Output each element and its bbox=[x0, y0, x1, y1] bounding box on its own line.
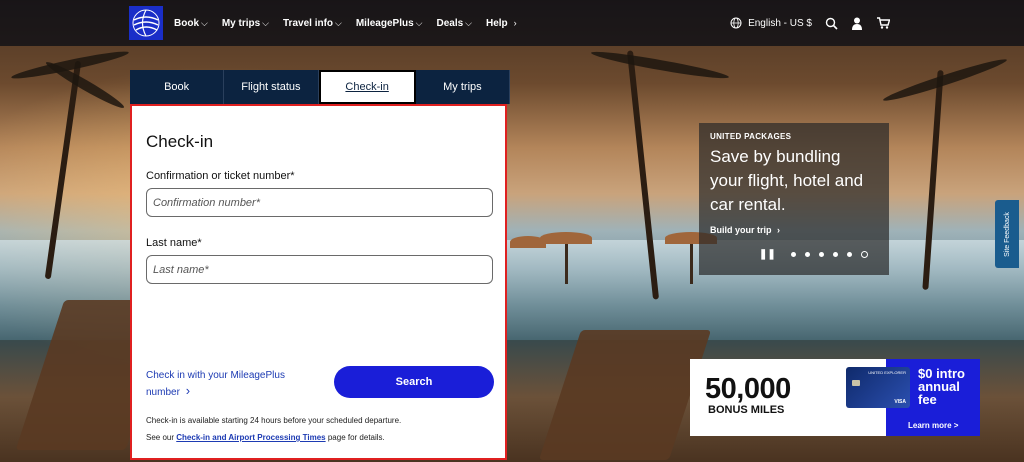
checkin-availability-note: Check-in is available starting 24 hours … bbox=[146, 416, 402, 425]
confirmation-input[interactable] bbox=[146, 188, 493, 217]
search-button[interactable]: Search bbox=[334, 366, 494, 398]
packages-card: UNITED PACKAGES Save by bundling your fl… bbox=[699, 123, 889, 275]
chevron-right-icon: › bbox=[513, 18, 517, 28]
credit-card-image: UNITED EXPLORER VISA bbox=[846, 367, 910, 408]
build-trip-label: Build your trip bbox=[710, 225, 772, 235]
carousel-dot[interactable] bbox=[846, 252, 852, 257]
beach-umbrella bbox=[540, 232, 592, 244]
nav-item-label: Travel info bbox=[283, 17, 334, 29]
top-navigation: Book ⌵ My trips ⌵ Travel info ⌵ MileageP… bbox=[0, 0, 1024, 46]
chevron-down-icon: ⌵ bbox=[465, 17, 472, 28]
packages-title: Save by bundling your flight, hotel and … bbox=[710, 147, 864, 214]
mileageplus-checkin-link[interactable]: Check in with your MileagePlus number › bbox=[146, 368, 296, 400]
language-selector[interactable]: English - US $ bbox=[729, 16, 812, 30]
confirmation-label: Confirmation or ticket number* bbox=[146, 170, 295, 182]
chevron-down-icon: ⌵ bbox=[201, 17, 208, 28]
palm-frond bbox=[590, 47, 730, 83]
build-trip-link[interactable]: Build your trip › bbox=[710, 225, 878, 235]
main-nav: Book ⌵ My trips ⌵ Travel info ⌵ MileageP… bbox=[174, 0, 517, 46]
nav-item-label: Book bbox=[174, 17, 199, 29]
tab-check-in[interactable]: Check-in bbox=[318, 70, 416, 104]
tab-book[interactable]: Book bbox=[130, 70, 225, 104]
pause-icon[interactable]: ❚❚ bbox=[759, 249, 776, 260]
nav-item-help[interactable]: Help › bbox=[486, 18, 517, 29]
chevron-down-icon: ⌵ bbox=[415, 17, 423, 28]
site-feedback-label: Site Feedback bbox=[1003, 211, 1011, 257]
learn-more-link[interactable]: Learn more > bbox=[908, 421, 958, 430]
nav-item-label: Deals bbox=[436, 17, 464, 29]
card-brand: UNITED EXPLORER bbox=[868, 370, 906, 375]
nav-item-travel-info[interactable]: Travel info ⌵ bbox=[283, 18, 342, 29]
carousel-dot[interactable] bbox=[804, 252, 810, 257]
carousel-dot[interactable] bbox=[818, 252, 824, 257]
mileageplus-link-label: Check in with your MileagePlus number bbox=[146, 370, 285, 398]
lastname-input[interactable] bbox=[146, 255, 493, 284]
tab-flight-status[interactable]: Flight status bbox=[224, 70, 319, 104]
nav-item-book[interactable]: Book ⌵ bbox=[174, 18, 208, 29]
umbrella-pole bbox=[690, 244, 693, 284]
nav-item-mileageplus[interactable]: MileagePlus ⌵ bbox=[356, 18, 423, 29]
tab-my-trips[interactable]: My trips bbox=[415, 70, 510, 104]
chevron-right-icon: › bbox=[185, 383, 191, 398]
promo-bonus-label: BONUS MILES bbox=[708, 404, 785, 416]
cart-icon[interactable] bbox=[876, 16, 890, 30]
carousel-dot-active[interactable] bbox=[860, 251, 868, 258]
processing-times-link[interactable]: Check-in and Airport Processing Times bbox=[176, 433, 325, 442]
carousel-controls: ❚❚ bbox=[759, 249, 868, 260]
nav-item-deals[interactable]: Deals ⌵ bbox=[436, 18, 472, 29]
globe-icon bbox=[729, 16, 743, 30]
lastname-label: Last name* bbox=[146, 237, 202, 249]
user-icon[interactable] bbox=[850, 16, 864, 30]
globe-logo-icon bbox=[132, 9, 160, 37]
note-prefix: See our bbox=[146, 433, 177, 442]
chevron-down-icon: ⌵ bbox=[335, 17, 342, 28]
palm-frond bbox=[881, 55, 1009, 105]
nav-item-my-trips[interactable]: My trips ⌵ bbox=[222, 18, 269, 29]
search-icon[interactable] bbox=[824, 16, 838, 30]
site-feedback-tab[interactable]: Site Feedback bbox=[995, 200, 1019, 268]
note-suffix: page for details. bbox=[325, 433, 385, 442]
card-chip bbox=[852, 380, 860, 386]
beach-umbrella bbox=[510, 236, 546, 248]
credit-card-promo[interactable]: 50,000 BONUS MILES $0 intro annual fee L… bbox=[690, 359, 980, 436]
chevron-down-icon: ⌵ bbox=[262, 17, 269, 28]
check-in-panel: Check-in Confirmation or ticket number* … bbox=[130, 104, 507, 460]
umbrella-pole bbox=[565, 244, 568, 284]
promo-miles: 50,000 bbox=[705, 373, 791, 405]
language-label: English - US $ bbox=[748, 17, 812, 29]
header-tools: English - US $ bbox=[729, 0, 890, 46]
lounge-chair bbox=[538, 330, 712, 460]
chevron-right-icon: › bbox=[777, 225, 781, 235]
nav-item-label: My trips bbox=[221, 17, 261, 29]
card-network: VISA bbox=[894, 399, 906, 405]
united-logo[interactable] bbox=[129, 6, 163, 40]
nav-item-label: MileagePlus bbox=[355, 17, 414, 29]
panel-title: Check-in bbox=[146, 132, 214, 151]
packages-eyebrow: UNITED PACKAGES bbox=[710, 132, 792, 141]
processing-times-note: See our Check-in and Airport Processing … bbox=[146, 432, 496, 444]
carousel-dot[interactable] bbox=[832, 252, 838, 257]
carousel-dot[interactable] bbox=[790, 252, 796, 257]
nav-item-label: Help bbox=[486, 17, 508, 29]
widget-tabs: Book Flight status Check-in My trips bbox=[130, 70, 510, 104]
booking-widget: Book Flight status Check-in My trips Che… bbox=[130, 70, 510, 460]
